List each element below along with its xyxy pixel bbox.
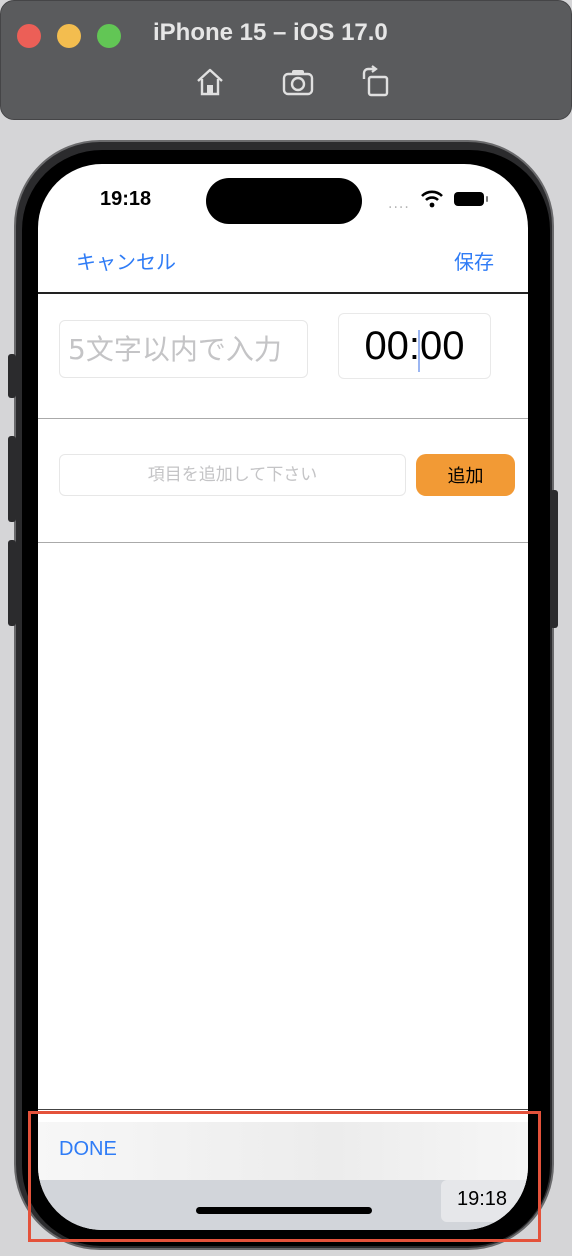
simulator-title: iPhone 15 – iOS 17.0 xyxy=(153,19,388,46)
section-divider xyxy=(38,542,528,543)
time-field[interactable]: 00:00 xyxy=(338,313,491,379)
rotate-icon[interactable] xyxy=(359,65,393,99)
keyboard-toolbar-divider xyxy=(38,1109,528,1110)
time-value: 00:00 xyxy=(364,323,465,368)
action-button[interactable] xyxy=(8,354,16,398)
section-divider xyxy=(38,418,528,419)
add-item-button[interactable]: 追加 xyxy=(416,454,515,496)
cancel-button[interactable]: キャンセル xyxy=(76,246,176,275)
phone-screen: 19:18 .... キャンセル 保存 00:00 追加 DONE 19:18 xyxy=(38,164,528,1230)
highlight-annotation xyxy=(28,1111,541,1242)
minimize-window-button[interactable] xyxy=(57,24,81,48)
battery-icon xyxy=(454,192,488,206)
home-icon[interactable] xyxy=(193,65,227,99)
text-cursor xyxy=(418,330,420,372)
simulator-titlebar: iPhone 15 – iOS 17.0 xyxy=(0,0,572,120)
volume-down-button[interactable] xyxy=(8,540,16,626)
name-input[interactable] xyxy=(59,320,308,378)
dynamic-island xyxy=(206,178,362,224)
nav-divider xyxy=(38,292,528,294)
status-time: 19:18 xyxy=(100,188,152,210)
signal-dots-icon: .... xyxy=(388,196,410,212)
zoom-window-button[interactable] xyxy=(97,24,121,48)
screenshot-icon[interactable] xyxy=(281,65,315,99)
power-button[interactable] xyxy=(550,490,558,628)
save-button[interactable]: 保存 xyxy=(454,246,494,275)
volume-up-button[interactable] xyxy=(8,436,16,522)
wifi-icon xyxy=(421,190,443,208)
item-input[interactable] xyxy=(59,454,406,496)
close-window-button[interactable] xyxy=(17,24,41,48)
